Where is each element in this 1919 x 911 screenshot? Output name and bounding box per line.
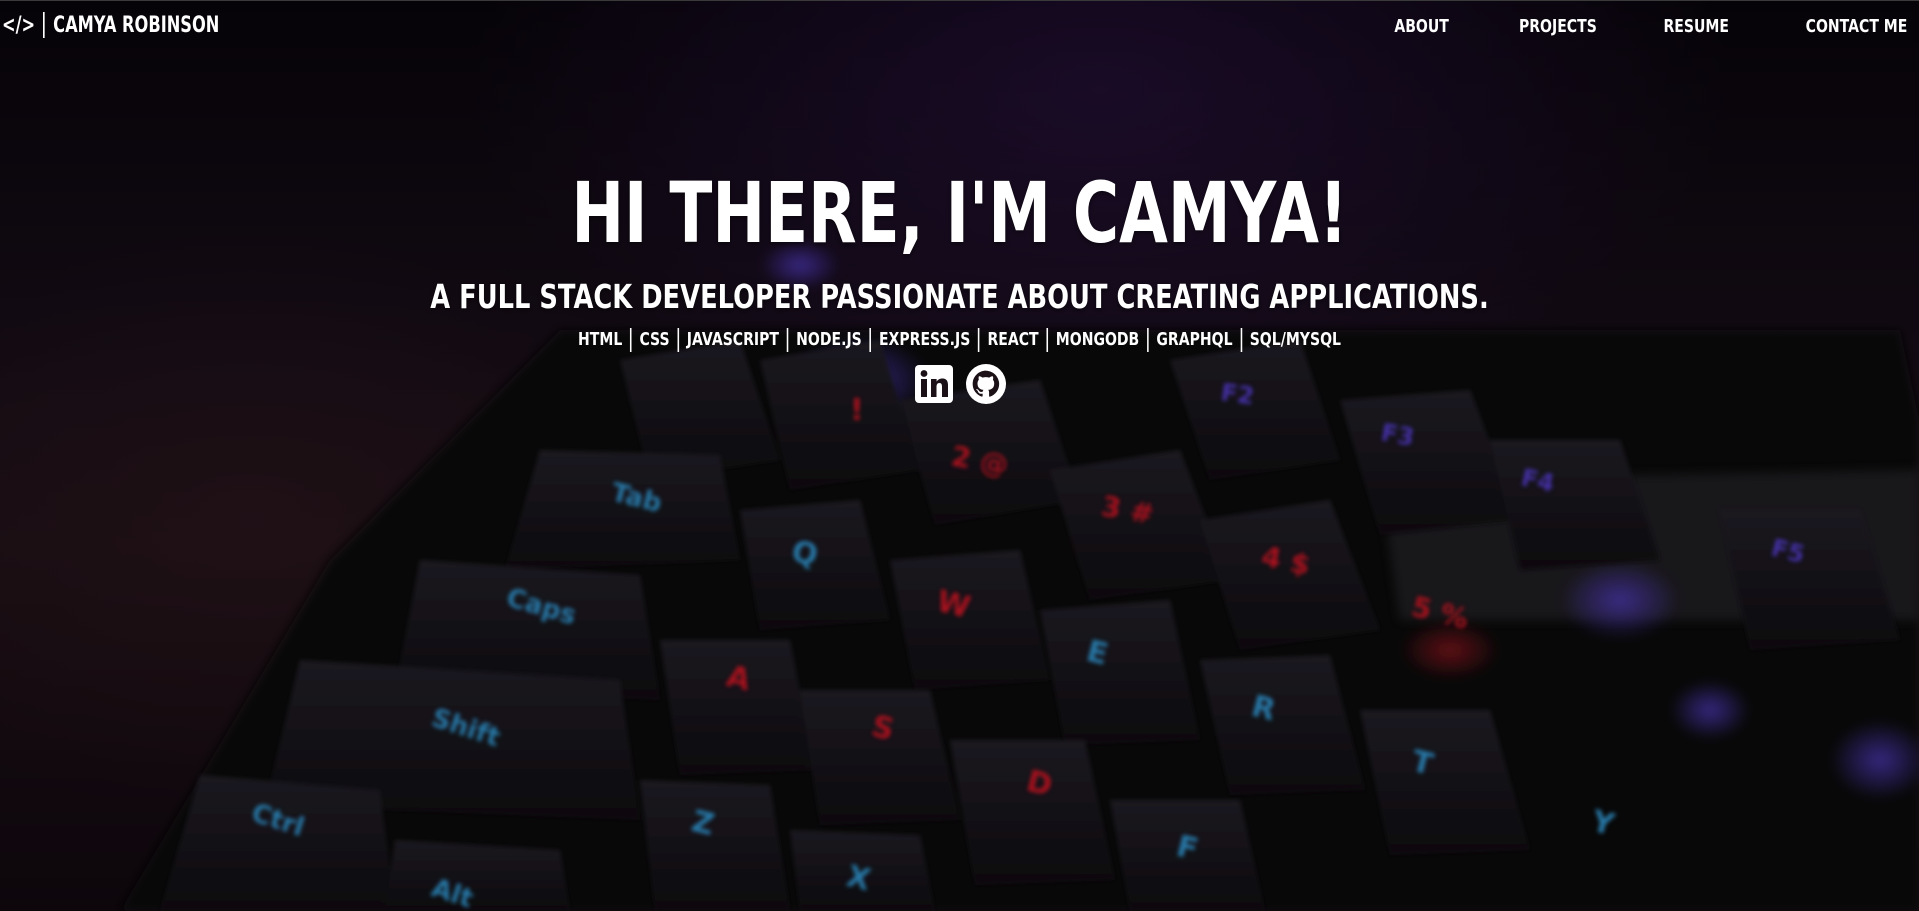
skill-divider [786,328,789,352]
skill-mongodb: MONGODB [1055,329,1140,350]
skill-react: REACT [987,329,1039,350]
skill-divider [677,328,679,352]
hero-title: HI THERE, I'M CAMYA! [571,164,1348,262]
github-icon [965,364,1006,404]
skill-html: HTML [578,329,623,350]
skill-javascript: JAVASCRIPT [686,329,780,350]
navbar: </> CAMYA ROBINSON ABOUT PROJECTS RESUME… [0,0,1919,58]
nav-link-resume[interactable]: RESUME [1663,16,1728,37]
code-icon: </> [2,12,36,38]
brand-logo[interactable]: </> CAMYA ROBINSON [2,12,219,38]
linkedin-icon [914,365,953,403]
nav-link-projects[interactable]: PROJECTS [1519,16,1597,37]
skill-css: CSS [639,329,670,350]
github-link[interactable] [965,363,1007,405]
nav-links: ABOUT PROJECTS RESUME CONTACT ME [1331,16,1907,37]
skill-graphql: GRAPHQL [1156,329,1233,350]
nav-link-about[interactable]: ABOUT [1394,16,1448,37]
brand-divider [43,12,45,38]
skill-expressjs: EXPRESS.JS [878,329,971,350]
skill-divider [1147,328,1149,352]
social-links [0,363,1919,405]
skills-list: HTML CSS JAVASCRIPT NODE.JS EXPRESS.JS R… [211,326,1708,354]
brand-name: CAMYA ROBINSON [53,12,220,38]
skill-sql-mysql: SQL/MYSQL [1249,329,1341,350]
skill-divider [978,328,980,352]
skill-divider [1240,328,1242,352]
skill-divider [869,328,872,352]
nav-link-contact-me[interactable]: CONTACT ME [1805,16,1907,37]
skill-nodejs: NODE.JS [796,329,862,350]
hero-subtitle: A FULL STACK DEVELOPER PASSIONATE ABOUT … [430,277,1489,316]
skill-divider [1046,328,1048,352]
page: ! 2 @ 3 # 4 $ 5 % F2 F3 F4 F5 Tab Q W E … [0,0,1919,911]
keyboard-background-image: ! 2 @ 3 # 4 $ 5 % F2 F3 F4 F5 Tab Q W E … [0,0,1919,911]
linkedin-link[interactable] [913,363,955,405]
skill-divider [630,328,632,352]
